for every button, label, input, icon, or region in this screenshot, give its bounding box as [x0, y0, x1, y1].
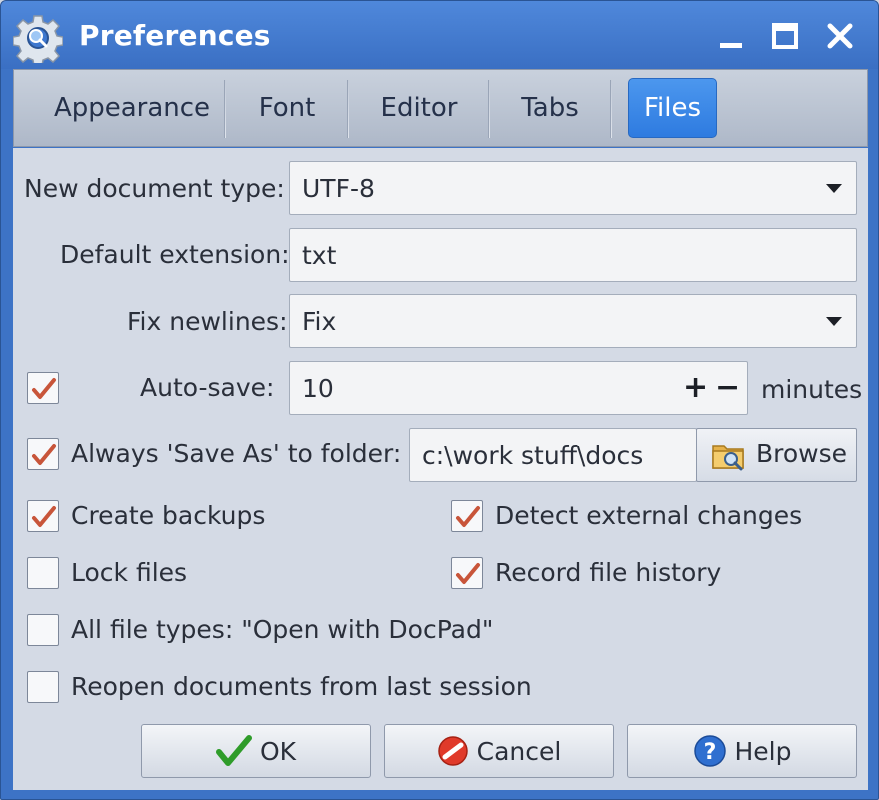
- window-title: Preferences: [79, 19, 271, 52]
- reopen-documents-label[interactable]: Reopen documents from last session: [71, 672, 532, 701]
- save-as-folder-value: c:\work stuff\docs: [422, 440, 644, 470]
- browse-label: Browse: [756, 439, 848, 468]
- chevron-down-icon: [826, 184, 842, 193]
- chevron-down-icon: [826, 317, 842, 326]
- record-file-history-checkbox[interactable]: [451, 557, 483, 589]
- lock-files-label[interactable]: Lock files: [71, 558, 187, 587]
- fix-newlines-value: Fix: [302, 306, 337, 336]
- ok-button[interactable]: OK: [141, 724, 371, 778]
- auto-save-stepper[interactable]: 10 + −: [289, 361, 748, 415]
- fix-newlines-label: Fix newlines:: [127, 307, 288, 336]
- all-file-types-checkbox[interactable]: [27, 614, 59, 646]
- create-backups-checkbox[interactable]: [27, 500, 59, 532]
- fix-newlines-select[interactable]: Fix: [289, 294, 857, 348]
- plus-icon[interactable]: +: [683, 370, 708, 405]
- save-as-folder-label: Always 'Save As' to folder:: [71, 439, 402, 468]
- new-document-type-select[interactable]: UTF-8: [289, 161, 857, 215]
- svg-text:?: ?: [703, 740, 716, 765]
- minus-icon[interactable]: −: [715, 370, 740, 405]
- maximize-button[interactable]: [769, 19, 803, 53]
- new-document-type-label: New document type:: [24, 174, 285, 203]
- new-document-type-value: UTF-8: [302, 173, 375, 203]
- files-panel: New document type: UTF-8 Default extensi…: [13, 148, 868, 790]
- browse-button[interactable]: Browse: [696, 428, 857, 482]
- title-bar[interactable]: Preferences: [1, 1, 878, 69]
- question-icon: ?: [693, 734, 727, 768]
- save-as-folder-input[interactable]: c:\work stuff\docs: [409, 428, 697, 482]
- minimize-button[interactable]: [715, 19, 749, 53]
- help-label: Help: [734, 736, 792, 766]
- all-file-types-label[interactable]: All file types: "Open with DocPad": [71, 615, 493, 644]
- lock-files-checkbox[interactable]: [27, 557, 59, 589]
- ok-label: OK: [259, 736, 297, 766]
- tab-files[interactable]: Files: [628, 78, 717, 138]
- auto-save-checkbox[interactable]: [27, 372, 59, 404]
- tab-tabs[interactable]: Tabs: [490, 78, 610, 138]
- tab-font[interactable]: Font: [226, 78, 348, 138]
- detect-external-changes-checkbox[interactable]: [451, 500, 483, 532]
- tab-separator: [610, 80, 612, 138]
- create-backups-label[interactable]: Create backups: [71, 501, 265, 530]
- preferences-window: Preferences Appearance Font Editor Tabs …: [0, 0, 879, 800]
- auto-save-unit: minutes: [761, 375, 863, 404]
- reopen-documents-checkbox[interactable]: [27, 671, 59, 703]
- auto-save-label: Auto-save:: [140, 373, 275, 402]
- no-entry-icon: [437, 735, 469, 767]
- detect-external-changes-label[interactable]: Detect external changes: [495, 501, 802, 530]
- cancel-button[interactable]: Cancel: [384, 724, 614, 778]
- auto-save-value: 10: [302, 373, 334, 403]
- folder-search-icon: [711, 438, 747, 478]
- record-file-history-label[interactable]: Record file history: [495, 558, 721, 587]
- tab-bar: Appearance Font Editor Tabs Files: [13, 69, 868, 147]
- tab-appearance[interactable]: Appearance: [32, 78, 232, 138]
- tab-editor[interactable]: Editor: [349, 78, 489, 138]
- save-as-folder-checkbox[interactable]: [27, 438, 59, 470]
- default-extension-value: txt: [302, 240, 337, 270]
- help-button[interactable]: ? Help: [627, 724, 857, 778]
- default-extension-label: Default extension:: [60, 240, 290, 269]
- cancel-label: Cancel: [476, 736, 562, 766]
- gear-magnifier-icon: [12, 13, 64, 67]
- green-check-icon: [215, 735, 252, 767]
- default-extension-input[interactable]: txt: [289, 228, 857, 282]
- close-button[interactable]: [823, 19, 857, 53]
